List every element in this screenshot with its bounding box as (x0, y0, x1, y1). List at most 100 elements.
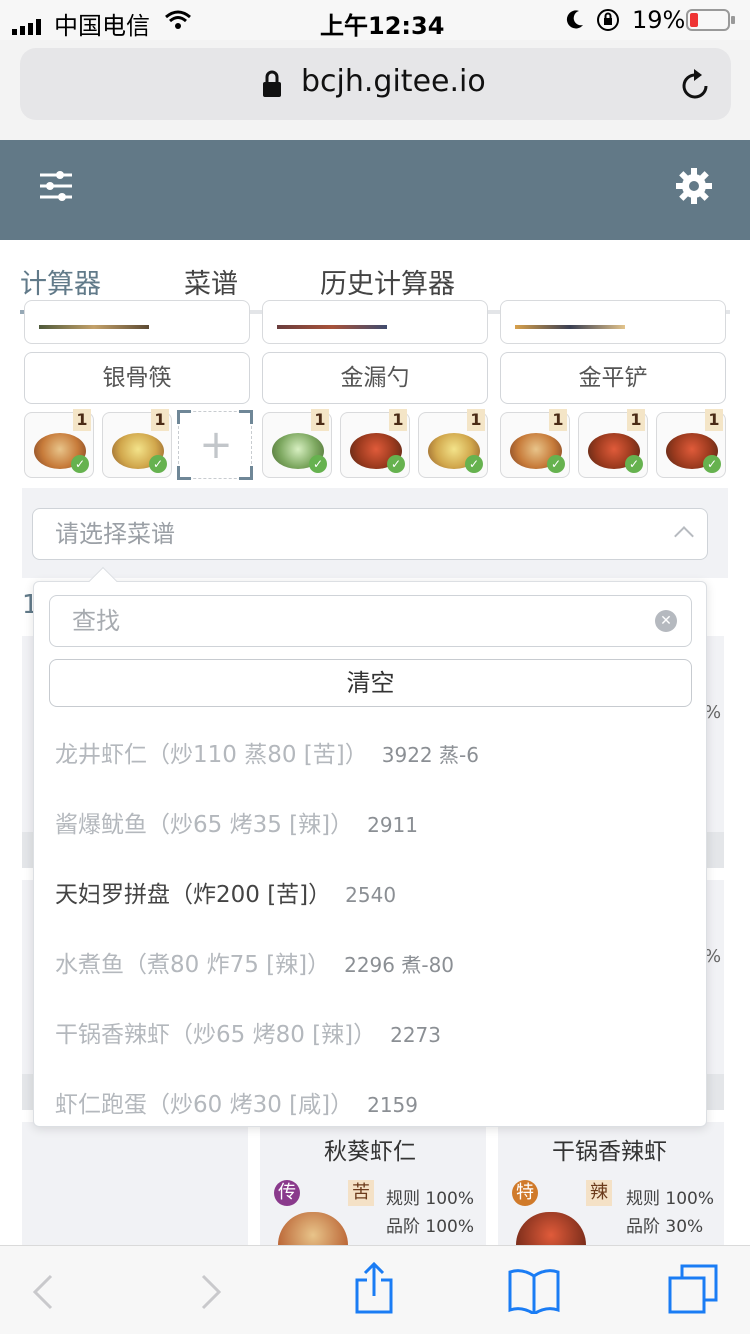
carrier-label: 中国电信 (54, 12, 150, 40)
grade-percent: 品阶 30% (626, 1217, 704, 1237)
rarity-tag: 特 (512, 1180, 538, 1206)
clear-button[interactable]: 清空 (49, 659, 692, 707)
battery-icon (686, 9, 736, 37)
search-input[interactable]: 查找 ✕ (49, 595, 692, 647)
chef-card[interactable] (262, 300, 488, 344)
dish-card[interactable]: 秋葵虾仁 传 苦 规则 100% 品阶 100% (260, 1122, 486, 1245)
clear-search-icon[interactable]: ✕ (655, 610, 677, 632)
recipe-option-extra: 2296 煮-80 (344, 953, 455, 977)
recipe-option-name: 水煮鱼（煮80 炸75 [辣]） (55, 952, 331, 978)
dish-count-badge: 1 (549, 409, 567, 431)
grade-percent: 品阶 100% (386, 1217, 475, 1237)
rule-percent: 规则 100% (626, 1189, 715, 1209)
dish-count-badge: 1 (467, 409, 485, 431)
corner-mark (177, 410, 191, 424)
chevron-up-icon (674, 526, 694, 546)
chef-portrait (515, 325, 625, 329)
dish-card-title: 干锅香辣虾 (552, 1139, 667, 1165)
dish-slot[interactable]: 1 ✓ (656, 409, 726, 478)
wifi-icon (164, 9, 192, 37)
dish-slot[interactable]: 1 ✓ (500, 409, 570, 478)
battery-percent: 19% (632, 6, 686, 34)
rotation-lock-icon (596, 8, 620, 38)
rarity-tag: 传 (274, 1180, 300, 1206)
equipment-slot[interactable]: 金平铲 (500, 352, 726, 404)
recipe-option[interactable]: 干锅香辣虾（炒65 烤80 [辣]） 2273 (55, 1015, 441, 1049)
recipe-option[interactable]: 天妇罗拼盘（炸200 [苦]） 2540 (55, 875, 396, 909)
rule-percent: 规则 100% (386, 1189, 475, 1209)
recipe-dropdown: 查找 ✕ 清空 龙井虾仁（炒110 蒸80 [苦]） 3922 蒸-6 酱爆鱿鱼（… (33, 581, 707, 1127)
clock: 上午12:34 (320, 12, 445, 40)
recipe-select[interactable]: 请选择菜谱 (32, 508, 708, 560)
url-text: bcjh.gitee.io (301, 64, 486, 99)
browser-toolbar (0, 1245, 750, 1334)
dish-slot[interactable]: 1 ✓ (418, 409, 488, 478)
lock-icon (262, 70, 282, 102)
status-bar: 中国电信 上午12:34 19% (0, 0, 750, 40)
flavor-tag: 苦 (348, 1180, 374, 1206)
moon-icon (565, 9, 585, 37)
dish-count-badge: 1 (151, 409, 169, 431)
recipe-option[interactable]: 水煮鱼（煮80 炸75 [辣]） 2296 煮-80 (55, 945, 454, 979)
recipe-option[interactable]: 龙井虾仁（炒110 蒸80 [苦]） 3922 蒸-6 (55, 735, 479, 769)
recipe-option[interactable]: 酱爆鱿鱼（炒65 烤35 [辣]） 2911 (55, 805, 418, 839)
dish-slot[interactable]: 1 ✓ (578, 409, 648, 478)
bookmarks-icon[interactable] (508, 1268, 560, 1318)
flavor-tag: 辣 (586, 1180, 612, 1206)
recipe-option-extra: 2540 (345, 883, 397, 907)
recipe-option-name: 酱爆鱿鱼（炒65 烤35 [辣]） (55, 812, 354, 838)
recipe-option-name: 天妇罗拼盘（炸200 [苦]） (55, 882, 332, 908)
search-placeholder: 查找 (72, 607, 120, 635)
recipe-option[interactable]: 虾仁跑蛋（炒60 烤30 [咸]） 2159 (55, 1085, 418, 1119)
tab-recipes[interactable]: 菜谱 (184, 262, 238, 301)
dish-slot[interactable]: 1 ✓ (102, 409, 172, 478)
dish-slot[interactable]: 1 ✓ (262, 409, 332, 478)
dish-slot[interactable]: 1 ✓ (24, 409, 94, 478)
add-dish-slot[interactable]: + (177, 410, 253, 480)
gear-icon[interactable] (676, 168, 712, 208)
filter-sliders-icon[interactable] (40, 170, 72, 206)
check-icon: ✓ (71, 455, 89, 473)
recipe-option-extra: 3922 蒸-6 (381, 743, 479, 767)
back-icon[interactable] (32, 1274, 54, 1314)
tabs-icon[interactable] (668, 1264, 718, 1318)
share-icon[interactable] (354, 1261, 394, 1318)
dish-image (278, 1212, 348, 1245)
recipe-option-extra: 2159 (367, 1093, 419, 1117)
dish-card[interactable]: 干锅香辣虾 特 辣 规则 100% 品阶 30% (498, 1122, 724, 1245)
recipe-option-extra: 2273 (390, 1023, 442, 1047)
chef-card[interactable] (24, 300, 250, 344)
check-icon: ✓ (547, 455, 565, 473)
equipment-slot[interactable]: 银骨筷 (24, 352, 250, 404)
check-icon: ✓ (309, 455, 327, 473)
app-header (0, 140, 750, 240)
dish-count-badge: 1 (705, 409, 723, 431)
reload-icon[interactable] (680, 68, 712, 106)
chef-portrait (277, 325, 387, 329)
tab-calculator[interactable]: 计算器 (20, 262, 101, 301)
forward-icon[interactable] (200, 1274, 222, 1314)
address-bar[interactable]: bcjh.gitee.io (20, 48, 731, 120)
tab-history-calculator[interactable]: 历史计算器 (320, 262, 455, 301)
recipe-option-name: 干锅香辣虾（炒65 烤80 [辣]） (55, 1022, 377, 1048)
empty-dish-card (22, 1122, 248, 1245)
check-icon: ✓ (149, 455, 167, 473)
dish-count-badge: 1 (73, 409, 91, 431)
equipment-slot[interactable]: 金漏勺 (262, 352, 488, 404)
corner-mark (239, 410, 253, 424)
recipe-select-placeholder: 请选择菜谱 (55, 520, 175, 548)
corner-mark (239, 466, 253, 480)
dish-count-badge: 1 (389, 409, 407, 431)
dish-image (516, 1212, 586, 1245)
check-icon: ✓ (625, 455, 643, 473)
recipe-option-name: 龙井虾仁（炒110 蒸80 [苦]） (55, 742, 368, 768)
chef-card[interactable] (500, 300, 726, 344)
check-icon: ✓ (703, 455, 721, 473)
dish-card-title: 秋葵虾仁 (324, 1139, 416, 1165)
recipe-option-extra: 2911 (367, 813, 419, 837)
corner-mark (177, 466, 191, 480)
check-icon: ✓ (387, 455, 405, 473)
dish-slot[interactable]: 1 ✓ (340, 409, 410, 478)
recipe-option-name: 虾仁跑蛋（炒60 烤30 [咸]） (55, 1092, 354, 1118)
dish-count-badge: 1 (627, 409, 645, 431)
